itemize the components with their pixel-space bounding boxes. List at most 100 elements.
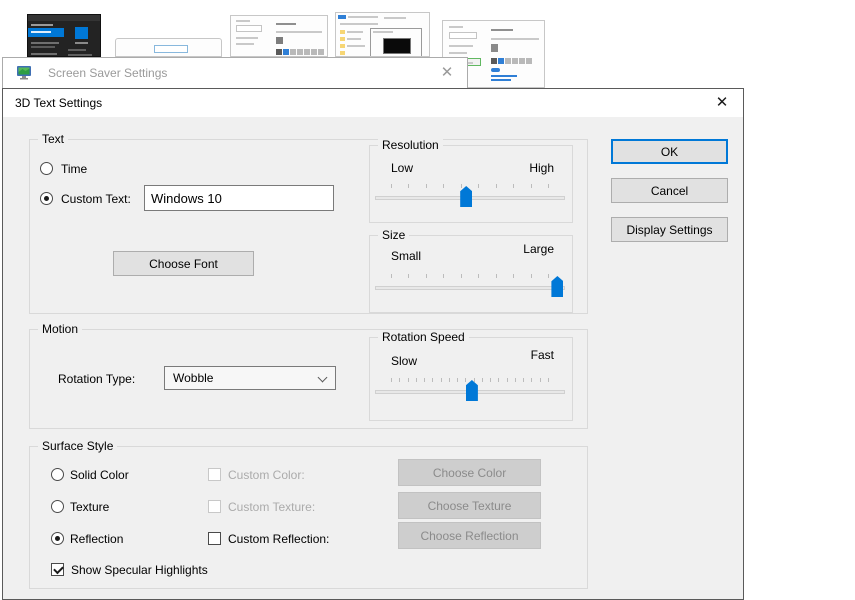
nav-line xyxy=(347,45,365,47)
folder-icon xyxy=(340,44,345,48)
desktop: Screen Saver Settings ✕ 3D Text Settings… xyxy=(0,0,855,600)
cancel-button[interactable]: Cancel xyxy=(611,178,728,203)
rotation-speed-slider[interactable] xyxy=(375,378,565,404)
custom-color-label: Custom Color: xyxy=(228,468,305,482)
ribbon-line xyxy=(384,17,406,19)
caption-line xyxy=(75,42,88,44)
nav-line xyxy=(449,45,473,47)
group-label: Motion xyxy=(38,322,83,336)
high-label: High xyxy=(529,161,554,175)
color-swatch xyxy=(512,58,518,64)
size-slider[interactable] xyxy=(375,274,565,300)
background-window-dialog[interactable] xyxy=(115,38,222,57)
text-line xyxy=(68,49,86,51)
screensaver-app-icon xyxy=(16,64,34,85)
toggle xyxy=(491,68,500,72)
search-input xyxy=(154,45,188,53)
app-tile-icon xyxy=(75,27,88,39)
text-line xyxy=(31,53,57,55)
close-icon[interactable]: ✕ xyxy=(707,91,737,115)
tick-marks xyxy=(391,274,549,279)
ok-button[interactable]: OK xyxy=(611,139,728,164)
choose-color-button: Choose Color xyxy=(398,459,541,486)
reflection-radio[interactable] xyxy=(51,532,64,545)
selected-item xyxy=(28,28,64,37)
heading-line xyxy=(491,29,513,31)
chevron-down-icon xyxy=(317,372,328,383)
text-line xyxy=(31,42,59,44)
display-settings-button[interactable]: Display Settings xyxy=(611,217,728,242)
time-label[interactable]: Time xyxy=(61,162,87,176)
fast-label: Fast xyxy=(530,348,554,362)
color-swatch xyxy=(304,49,310,55)
custom-reflection-checkbox[interactable] xyxy=(208,532,221,545)
search-input xyxy=(236,25,262,32)
color-swatch xyxy=(519,58,525,64)
folder-icon xyxy=(340,30,345,34)
show-specular-checkbox[interactable] xyxy=(51,563,64,576)
custom-text-radio[interactable] xyxy=(40,192,53,205)
time-radio[interactable] xyxy=(40,162,53,175)
nav-line xyxy=(347,31,363,33)
custom-text-input[interactable] xyxy=(144,185,334,211)
size-groupbox: Size Small Large xyxy=(369,228,573,313)
preview-image xyxy=(383,38,411,54)
slow-label: Slow xyxy=(391,354,418,368)
show-specular-label[interactable]: Show Specular Highlights xyxy=(71,563,208,577)
custom-texture-label: Custom Texture: xyxy=(228,500,316,514)
dropdown-value: Wobble xyxy=(173,371,214,385)
title-bar: Screen Saver Settings ✕ xyxy=(3,58,467,89)
link-line xyxy=(491,75,517,77)
small-label: Small xyxy=(391,249,422,263)
background-window-start-menu[interactable] xyxy=(27,14,101,57)
heading-line xyxy=(276,23,296,25)
folder-icon xyxy=(340,51,345,55)
low-label: Low xyxy=(391,161,414,175)
group-label: Surface Style xyxy=(38,439,118,453)
choose-texture-button: Choose Texture xyxy=(398,492,541,519)
close-icon[interactable]: ✕ xyxy=(435,62,459,84)
resolution-slider[interactable] xyxy=(375,184,565,210)
reflection-label[interactable]: Reflection xyxy=(70,532,123,546)
preview-tile xyxy=(276,37,283,44)
background-window-settings[interactable] xyxy=(230,15,328,57)
slider-thumb[interactable] xyxy=(465,380,478,401)
3d-text-settings-dialog: 3D Text Settings ✕ Text Time Custom Text… xyxy=(2,88,744,600)
solid-color-label[interactable]: Solid Color xyxy=(70,468,129,482)
slider-thumb[interactable] xyxy=(460,186,473,207)
nav-line xyxy=(236,37,258,39)
custom-reflection-label[interactable]: Custom Reflection: xyxy=(228,532,329,546)
slider-thumb[interactable] xyxy=(551,276,564,297)
color-swatch xyxy=(505,58,511,64)
texture-radio[interactable] xyxy=(51,500,64,513)
text-line xyxy=(276,31,322,33)
resolution-groupbox: Resolution Low High xyxy=(369,138,573,223)
nav-line xyxy=(449,52,467,54)
address-line xyxy=(340,23,378,25)
slider-track[interactable] xyxy=(375,286,565,290)
color-swatch xyxy=(318,49,324,55)
rotation-speed-groupbox: Rotation Speed Slow Fast xyxy=(369,330,573,421)
color-swatch-selected xyxy=(283,49,289,55)
solid-color-radio[interactable] xyxy=(51,468,64,481)
custom-text-label[interactable]: Custom Text: xyxy=(61,192,131,206)
nav-line xyxy=(347,38,361,40)
text-line xyxy=(68,54,92,56)
toolbar-line xyxy=(348,16,378,18)
title-bar: 3D Text Settings ✕ xyxy=(3,89,743,117)
custom-color-checkbox xyxy=(208,468,221,481)
search-input xyxy=(449,32,477,39)
group-label: Text xyxy=(38,132,69,146)
text-line xyxy=(236,20,250,22)
link-line xyxy=(491,79,511,81)
color-swatch-selected xyxy=(498,58,504,64)
color-swatch xyxy=(491,58,497,64)
background-window-explorer[interactable] xyxy=(335,12,430,57)
toolbar-icon xyxy=(338,15,346,19)
inner-dialog xyxy=(370,28,422,56)
rotation-type-dropdown[interactable]: Wobble xyxy=(164,366,336,390)
texture-label[interactable]: Texture xyxy=(70,500,109,514)
color-swatch xyxy=(526,58,532,64)
choose-font-button[interactable]: Choose Font xyxy=(113,251,254,276)
group-label: Rotation Speed xyxy=(378,330,469,344)
